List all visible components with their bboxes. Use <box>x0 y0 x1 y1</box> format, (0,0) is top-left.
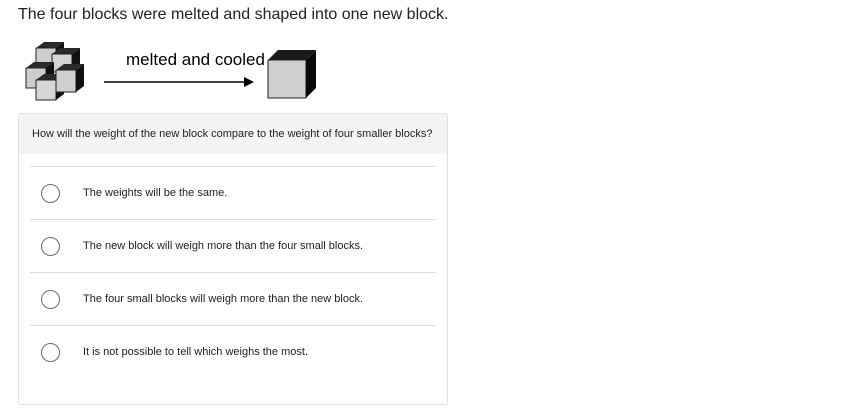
radio-button-icon[interactable] <box>41 289 60 309</box>
radio-button-icon[interactable] <box>41 342 60 362</box>
melting-diagram <box>25 42 316 101</box>
choice-label: The four small blocks will weigh more th… <box>83 293 364 305</box>
single-block-icon <box>267 50 316 99</box>
radio-button-icon[interactable] <box>41 183 60 203</box>
choice-label: It is not possible to tell which weighs … <box>83 346 308 358</box>
four-blocks-icon <box>25 42 84 101</box>
choice-option-4[interactable]: It is not possible to tell which weighs … <box>30 325 436 378</box>
question-text: How will the weight of the new block com… <box>19 114 447 154</box>
choice-label: The weights will be the same. <box>83 187 228 199</box>
radio-button-icon[interactable] <box>41 236 60 256</box>
choice-option-2[interactable]: The new block will weigh more than the f… <box>30 219 436 272</box>
choice-label: The new block will weigh more than the f… <box>83 240 364 252</box>
figure-caption: melted and cooled <box>126 50 265 69</box>
choice-option-3[interactable]: The four small blocks will weigh more th… <box>30 272 436 325</box>
right-arrow-icon <box>104 77 254 87</box>
melting-figure: melted and cooled <box>22 38 332 108</box>
choice-option-1[interactable]: The weights will be the same. <box>30 166 436 219</box>
answer-choices: The weights will be the same. The new bl… <box>30 166 436 378</box>
prompt-text: The four blocks were melted and shaped i… <box>18 6 449 23</box>
question-card: How will the weight of the new block com… <box>18 113 448 405</box>
